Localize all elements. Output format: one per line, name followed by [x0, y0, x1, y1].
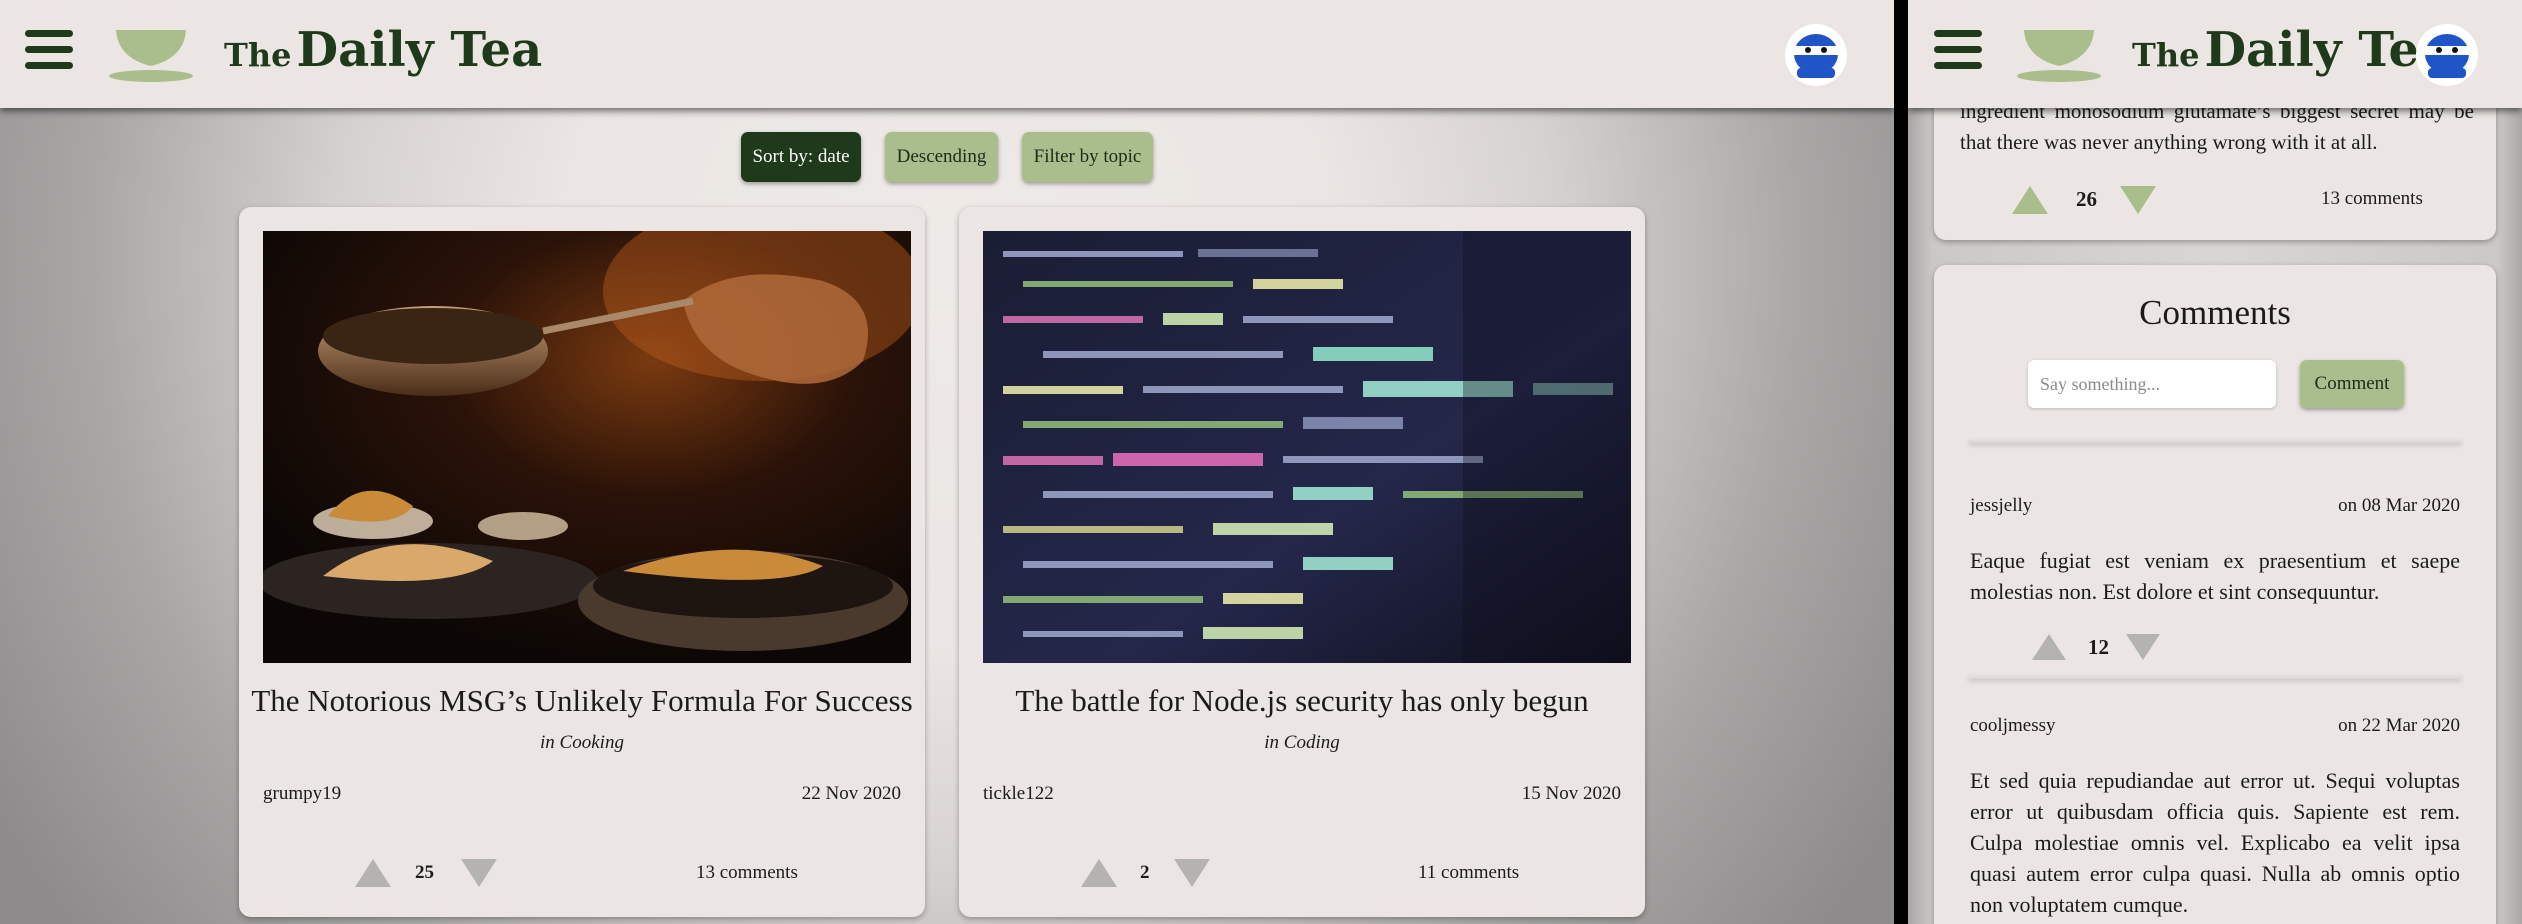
site-title-name: Daily Tea [296, 22, 543, 78]
upvote-icon[interactable] [2032, 634, 2066, 660]
comments-link[interactable]: 11 comments [1418, 862, 1519, 884]
comment-submit-button[interactable]: Comment [2300, 360, 2404, 408]
upvote-icon[interactable] [355, 859, 391, 887]
comments-section: Comments Comment jessjelly on 08 Mar 202… [1934, 265, 2496, 924]
article-image[interactable] [983, 231, 1631, 663]
article-title[interactable]: The battle for Node.js security has only… [959, 683, 1645, 719]
article-date: 15 Nov 2020 [1521, 783, 1621, 804]
article-author[interactable]: tickle122 [983, 783, 1054, 805]
upvote-icon[interactable] [2012, 186, 2048, 214]
downvote-icon[interactable] [2126, 634, 2160, 660]
comments-link[interactable]: 13 comments [696, 862, 798, 884]
menu-icon[interactable] [1934, 30, 1982, 70]
top-nav-bar: The Daily Tea [1908, 0, 2522, 108]
article-title[interactable]: The Notorious MSG’s Unlikely Formula For… [239, 683, 925, 719]
user-avatar[interactable] [1785, 24, 1847, 86]
comment-author[interactable]: cooljmessy [1970, 715, 2056, 737]
article-image[interactable] [263, 231, 911, 663]
site-title-the: The [224, 36, 292, 74]
comment-input[interactable] [2028, 360, 2276, 408]
article-card[interactable]: The Notorious MSG’s Unlikely Formula For… [239, 207, 925, 917]
order-button[interactable]: Descending [885, 132, 998, 182]
sort-by-button[interactable]: Sort by: date [741, 132, 861, 182]
ninja-avatar-icon [2417, 25, 2477, 85]
cooking-photo-icon [263, 231, 911, 663]
pane-divider [1894, 0, 1908, 924]
vote-count: 2 [1140, 862, 1150, 883]
site-title[interactable]: The Daily Tea [2132, 22, 2450, 78]
article-detail-pane: ingredient monosodium glutamate’s bigges… [1908, 0, 2522, 924]
vote-count: 25 [415, 862, 434, 883]
article-author[interactable]: grumpy19 [263, 783, 341, 805]
downvote-icon[interactable] [2120, 186, 2156, 214]
filter-topic-button[interactable]: Filter by topic [1022, 132, 1153, 182]
comment-date: on 22 Mar 2020 [2338, 715, 2460, 736]
divider [1968, 673, 2462, 679]
site-title-the: The [2132, 36, 2200, 74]
article-topic[interactable]: in Cooking [239, 732, 925, 754]
comment-date: on 08 Mar 2020 [2338, 495, 2460, 516]
comments-link[interactable]: 13 comments [2321, 188, 2423, 210]
site-title-name: Daily Tea [2204, 22, 2451, 78]
ninja-avatar-icon [1786, 25, 1846, 85]
user-avatar[interactable] [2416, 24, 2478, 86]
comment-body: Et sed quia repudiandae aut error ut. Se… [1970, 768, 2460, 917]
teacup-logo-icon [2017, 30, 2101, 82]
top-nav-bar: The Daily Tea [0, 0, 1894, 108]
article-date: 22 Nov 2020 [801, 783, 901, 804]
code-screen-photo-icon [983, 231, 1631, 663]
comments-heading: Comments [2139, 293, 2291, 332]
article-topic[interactable]: in Coding [959, 732, 1645, 754]
downvote-icon[interactable] [461, 859, 497, 887]
vote-count: 26 [2076, 187, 2097, 211]
upvote-icon[interactable] [1081, 859, 1117, 887]
downvote-icon[interactable] [1174, 859, 1210, 887]
article-card[interactable]: The battle for Node.js security has only… [959, 207, 1645, 917]
vote-count: 12 [2088, 635, 2109, 659]
site-title[interactable]: The Daily Tea [224, 22, 542, 78]
article-list-pane: The Daily Tea Sort by: date Descending F… [0, 0, 1894, 924]
divider [1968, 437, 2462, 443]
teacup-logo-icon [109, 30, 193, 82]
comment-body: Eaque fugiat est veniam ex praesentium e… [1970, 548, 2460, 604]
menu-icon[interactable] [25, 30, 73, 70]
comment-author[interactable]: jessjelly [1970, 495, 2032, 517]
